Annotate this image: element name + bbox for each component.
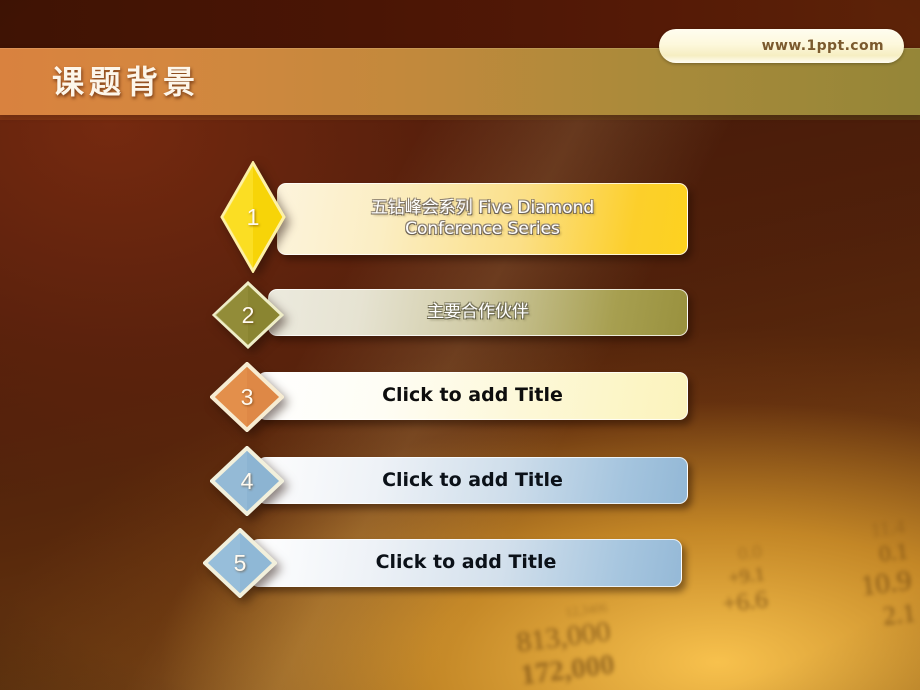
diamond-number-2: 2 [241, 301, 255, 328]
diamond-badge-1[interactable]: 1 [220, 161, 286, 273]
title-band-underline [0, 115, 920, 120]
row-bar-4[interactable]: Click to add Title [257, 457, 688, 504]
diamond-badge-5[interactable]: 5 [203, 528, 277, 598]
row-label-2: 主要合作伙伴 [427, 302, 529, 323]
row-bar-1[interactable]: 五钻峰会系列 Five Diamond Conference Series [277, 183, 688, 255]
diamond-badge-2[interactable]: 2 [212, 281, 284, 349]
row-bar-3[interactable]: Click to add Title [257, 372, 688, 420]
slide: 12,3406 813,000 172,000 0.0 +9.1 +6.6 11… [0, 0, 920, 690]
page-title: 课题背景 [52, 63, 201, 101]
diamond-number-4: 4 [240, 467, 254, 494]
diamond-badge-3[interactable]: 3 [210, 362, 284, 432]
row-label-4: Click to add Title [382, 468, 563, 491]
diamond-number-3: 3 [240, 383, 254, 410]
site-logo-label: www.1ppt.com [761, 38, 884, 54]
row-label-3: Click to add Title [382, 384, 563, 407]
row-label-1: 五钻峰会系列 Five Diamond Conference Series [370, 198, 595, 239]
row-bar-5[interactable]: Click to add Title [250, 539, 682, 587]
row-bar-2[interactable]: 主要合作伙伴 [268, 289, 688, 336]
diamond-number-1: 1 [246, 203, 260, 230]
diamond-number-5: 5 [233, 549, 247, 576]
diamond-badge-4[interactable]: 4 [210, 446, 284, 516]
row-label-5: Click to add Title [375, 551, 557, 574]
site-logo[interactable]: www.1ppt.com [659, 29, 904, 63]
